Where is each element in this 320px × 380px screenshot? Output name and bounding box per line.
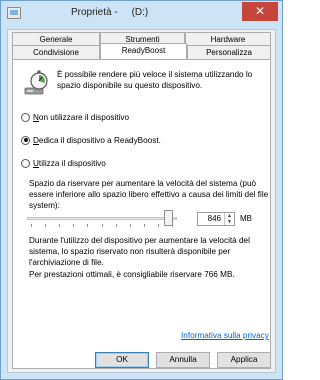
tab-readyboost[interactable]: ReadyBoost xyxy=(100,43,187,59)
spinner-buttons[interactable]: ▲ ▼ xyxy=(224,213,234,225)
readyboost-panel: È possibile rendere più veloce il sistem… xyxy=(12,59,271,369)
tab-personalizza[interactable]: Personalizza xyxy=(187,45,271,59)
radio-button[interactable] xyxy=(21,158,30,168)
slider-tick xyxy=(87,224,88,227)
slider-tick xyxy=(158,224,159,227)
close-button[interactable]: ✕ xyxy=(242,2,278,21)
tab-condivisione[interactable]: Condivisione xyxy=(12,45,100,59)
usage-note: Durante l'utilizzo del dispositivo per a… xyxy=(29,236,250,267)
recommendation-note: Per prestazioni ottimali, è consigliabil… xyxy=(29,270,235,279)
unit-label: MB xyxy=(240,214,252,223)
cancel-button[interactable]: Annulla xyxy=(156,352,210,368)
tab-generale[interactable]: Generale xyxy=(12,32,100,46)
tab-hardware[interactable]: Hardware xyxy=(185,32,271,46)
spinner-down-icon[interactable]: ▼ xyxy=(225,219,234,225)
space-spinner[interactable]: 846 ▲ ▼ xyxy=(197,212,235,226)
radio-label: Non utilizzare il dispositivo xyxy=(33,112,130,122)
radio-label: Utilizza il dispositivo xyxy=(33,158,106,168)
drive-properties-icon xyxy=(7,7,21,19)
slider-tick xyxy=(116,224,117,227)
space-slider[interactable] xyxy=(27,210,177,227)
radio-button-selected[interactable] xyxy=(21,135,30,145)
slider-tick xyxy=(31,224,32,227)
slider-thumb[interactable] xyxy=(164,210,173,226)
radio-button[interactable] xyxy=(21,112,30,122)
slider-tick xyxy=(73,224,74,227)
radio-dedicate-readyboost[interactable]: Dedica il dispositivo a ReadyBoost. xyxy=(21,134,161,146)
window-title: Proprietà - (D:) xyxy=(71,7,149,18)
slider-tick xyxy=(144,224,145,227)
slider-tick xyxy=(102,224,103,227)
readyboost-stopwatch-icon xyxy=(24,70,48,95)
ok-button[interactable]: OK xyxy=(95,352,149,368)
privacy-link[interactable]: Informativa sulla privacy xyxy=(181,331,269,340)
title-bar[interactable]: Proprietà - (D:) ✕ xyxy=(1,1,282,27)
spinner-value[interactable]: 846 xyxy=(208,214,221,223)
readyboost-intro: È possibile rendere più veloce il sistem… xyxy=(57,70,253,90)
radio-use-device[interactable]: Utilizza il dispositivo xyxy=(21,157,106,169)
dialog-client-area: Generale Strumenti Hardware Condivisione… xyxy=(7,29,276,373)
slider-tick xyxy=(59,224,60,227)
slider-track[interactable] xyxy=(27,217,177,220)
properties-window: Proprietà - (D:) ✕ Generale Strumenti Ha… xyxy=(0,0,283,380)
space-description: Spazio da riservare per aumentare la vel… xyxy=(29,179,269,210)
slider-tick xyxy=(45,224,46,227)
radio-do-not-use[interactable]: Non utilizzare il dispositivo xyxy=(21,111,129,123)
radio-label: Dedica il dispositivo a ReadyBoost. xyxy=(33,135,161,145)
slider-tick xyxy=(130,224,131,227)
apply-button[interactable]: Applica xyxy=(217,352,271,368)
